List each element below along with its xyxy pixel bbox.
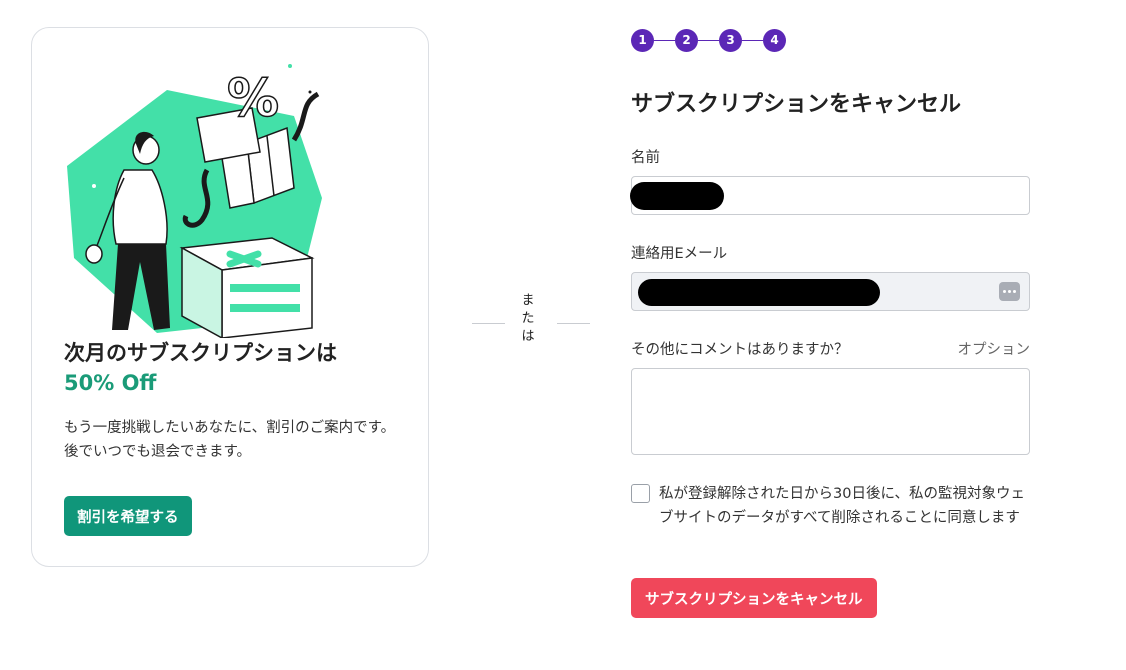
step-2: 2 xyxy=(675,28,698,52)
comment-textarea[interactable] xyxy=(631,368,1030,455)
consent-checkbox[interactable] xyxy=(631,484,650,503)
consent-text: 私が登録解除された日から30日後に、私の監視対象ウェブサイトのデータがすべて削除… xyxy=(659,486,1026,526)
divider-line-right xyxy=(557,323,590,324)
password-manager-icon[interactable] xyxy=(999,282,1020,301)
optional-label: オプション xyxy=(957,342,1031,358)
page-title: サブスクリプションをキャンセル xyxy=(631,92,962,117)
or-text: または xyxy=(521,293,535,344)
or-divider: または xyxy=(472,292,590,352)
discount-offer-card: % 次月のサブスクリプションは 50% Off もう一度挑戦したいあなたに、割引… xyxy=(31,27,429,567)
offer-title-text: 次月のサブスクリプションは xyxy=(64,341,337,365)
step-connector xyxy=(654,39,675,41)
email-field[interactable] xyxy=(631,272,1030,311)
redacted-name xyxy=(630,182,724,210)
progress-stepper: 1 2 3 4 xyxy=(631,28,786,52)
redacted-email xyxy=(638,279,880,306)
offer-description: もう一度挑戦したいあなたに、割引のご案内です。後でいつでも退会できます。 xyxy=(64,420,396,460)
divider-line-left xyxy=(472,323,505,324)
comment-label: その他にコメントはありますか？ xyxy=(631,342,849,358)
name-field[interactable] xyxy=(630,176,1030,215)
cancel-subscription-button[interactable]: サブスクリプションをキャンセル xyxy=(631,578,877,618)
step-4: 4 xyxy=(763,28,786,52)
step-1: 1 xyxy=(631,28,654,52)
offer-title: 次月のサブスクリプションは 50% Off xyxy=(64,338,337,398)
discount-illustration: % xyxy=(67,64,322,338)
step-connector xyxy=(698,39,719,41)
request-discount-button[interactable]: 割引を希望する xyxy=(64,496,192,536)
email-label: 連絡用Eメール xyxy=(631,246,728,262)
svg-text:%: % xyxy=(227,69,279,129)
name-label: 名前 xyxy=(631,150,660,166)
discount-amount: 50% Off xyxy=(64,371,157,395)
cancel-subscription-page: % 次月のサブスクリプションは 50% Off もう一度挑戦したいあなたに、割引… xyxy=(0,0,1126,670)
step-3: 3 xyxy=(719,28,742,52)
step-connector xyxy=(742,39,763,41)
